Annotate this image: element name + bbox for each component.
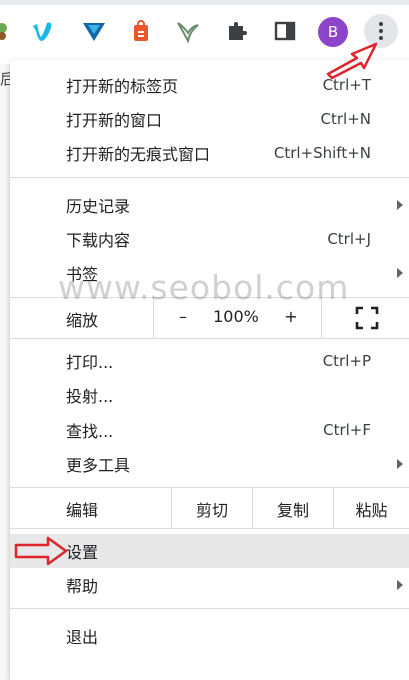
bird-icon[interactable] <box>173 17 201 45</box>
submenu-arrow-icon <box>397 200 403 210</box>
fullscreen-icon[interactable] <box>354 306 380 334</box>
menu-item-shortcut: Ctrl+P <box>322 352 371 370</box>
vimeo-icon[interactable] <box>30 17 58 45</box>
submenu-arrow-icon <box>397 459 403 469</box>
menu-item-exit[interactable]: 退出 <box>10 619 409 653</box>
page-text-fragment: 后 <box>0 70 10 88</box>
cut-button[interactable]: 剪切 <box>172 497 252 521</box>
menu-item-more-tools[interactable]: 更多工具 <box>10 447 409 481</box>
anchor-tag-icon[interactable] <box>127 17 155 45</box>
menu-separator <box>10 608 409 609</box>
zoom-level-value: 100% <box>213 307 259 326</box>
menu-item-find[interactable]: 查找... Ctrl+F <box>10 413 409 447</box>
zoom-in-button[interactable]: + <box>276 307 306 326</box>
edit-label: 编辑 <box>66 501 99 520</box>
menu-item-help[interactable]: 帮助 <box>10 568 409 602</box>
watermark-text: www.seobol.com <box>58 268 350 307</box>
menu-separator <box>10 338 409 339</box>
menu-item-print[interactable]: 打印... Ctrl+P <box>10 344 409 378</box>
menu-item-label: 投射... <box>66 387 114 406</box>
vivaldi-icon[interactable] <box>80 17 108 45</box>
annotation-arrow-icon <box>14 536 68 566</box>
edit-row: 编辑 剪切 复制 粘贴 <box>10 488 409 528</box>
page-background-edge <box>0 64 10 680</box>
menu-item-shortcut: Ctrl+Shift+N <box>273 144 371 162</box>
menu-separator <box>10 528 409 529</box>
tab-strip-edge <box>0 0 409 5</box>
sidepanel-icon[interactable] <box>271 17 299 45</box>
submenu-arrow-icon <box>397 268 403 278</box>
menu-item-new-incognito-window[interactable]: 打开新的无痕式窗口 Ctrl+Shift+N <box>10 136 409 170</box>
menu-separator <box>10 177 409 178</box>
menu-item-shortcut: Ctrl+J <box>327 230 371 248</box>
annotation-arrow-icon <box>326 42 378 80</box>
menu-item-label: 下载内容 <box>66 231 131 250</box>
extension-leaf-icon[interactable] <box>0 17 16 45</box>
zoom-label: 缩放 <box>66 311 99 330</box>
menu-item-downloads[interactable]: 下载内容 Ctrl+J <box>10 222 409 256</box>
paste-button[interactable]: 粘贴 <box>334 497 409 521</box>
submenu-arrow-icon <box>397 580 403 590</box>
copy-button[interactable]: 复制 <box>253 497 333 521</box>
menu-item-label: 查找... <box>66 422 114 441</box>
kebab-dots-icon <box>379 22 383 40</box>
menu-item-label: 打开新的标签页 <box>66 77 179 96</box>
zoom-out-button[interactable]: – <box>168 307 198 326</box>
menu-item-new-window[interactable]: 打开新的窗口 Ctrl+N <box>10 102 409 136</box>
menu-item-label: 退出 <box>66 628 99 647</box>
menu-item-label: 帮助 <box>66 577 99 596</box>
menu-item-label: 历史记录 <box>66 197 131 216</box>
menu-item-shortcut: Ctrl+N <box>320 110 371 128</box>
menu-item-cast[interactable]: 投射... <box>10 378 409 412</box>
puzzle-extensions-icon[interactable] <box>223 17 251 45</box>
menu-item-label: 设置 <box>66 543 99 562</box>
menu-item-label: 打开新的无痕式窗口 <box>66 145 211 164</box>
menu-item-label: 打印... <box>66 353 114 372</box>
menu-item-history[interactable]: 历史记录 <box>10 188 409 222</box>
chrome-main-menu: 打开新的标签页 Ctrl+T 打开新的窗口 Ctrl+N 打开新的无痕式窗口 C… <box>10 60 409 680</box>
menu-item-shortcut: Ctrl+F <box>323 421 371 439</box>
menu-item-settings[interactable]: 设置 <box>10 534 409 568</box>
menu-item-label: 打开新的窗口 <box>66 111 163 130</box>
menu-item-label: 更多工具 <box>66 456 131 475</box>
